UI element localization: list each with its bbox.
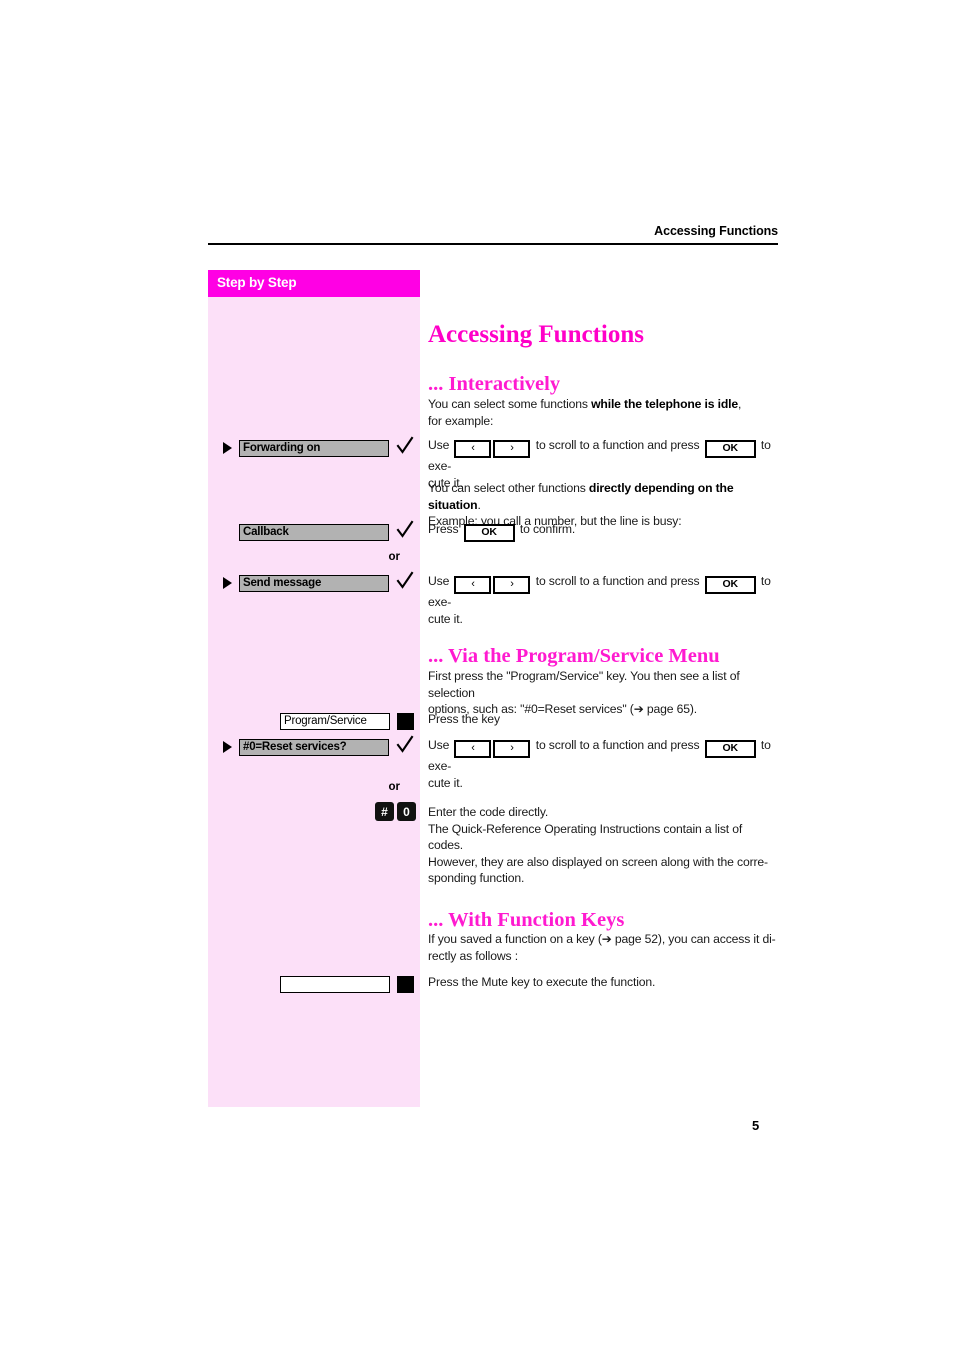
ok-key[interactable]: OK: [704, 576, 756, 594]
ok-key[interactable]: OK: [463, 524, 515, 542]
checkmark-icon: [396, 571, 414, 591]
nav-keys-group: ‹ ›: [454, 575, 531, 594]
checkmark-icon: [396, 520, 414, 540]
triangle-bullet-icon: [223, 441, 232, 454]
p1-lead: You can select some functions: [428, 397, 592, 411]
nav-left-key[interactable]: ‹: [454, 576, 492, 594]
key-box-program-service[interactable]: Program/Service: [280, 712, 390, 730]
sidebar-row-callback: Callback: [208, 520, 420, 542]
step-by-step-sidebar: Step by Step Forwarding on Callback or S…: [208, 270, 420, 1107]
keypad-key-zero[interactable]: 0: [397, 802, 416, 821]
page-reference-arrow-icon: ➔: [601, 932, 612, 946]
p8-mid: to scroll to a function and press: [532, 738, 703, 752]
running-head-text: Accessing Functions: [654, 224, 778, 238]
p2-mid: to scroll to a function and press: [532, 438, 703, 452]
p5-line2: cute it.: [428, 611, 463, 626]
section-heading-function-keys: ... With Function Keys: [428, 909, 625, 931]
sidebar-row-reset-services: #0=Reset services?: [208, 735, 420, 757]
p10-pre: If you saved a function on a key (: [428, 932, 602, 946]
paragraph-enter-code-directly: Enter the code directly. The Quick-Refer…: [428, 804, 780, 887]
nav-right-key[interactable]: ›: [493, 740, 531, 758]
sidebar-row-send-message: Send message: [208, 571, 420, 593]
paragraph-saved-function-key: If you saved a function on a key (➔ page…: [428, 931, 780, 964]
p2-pre: Use: [428, 438, 453, 452]
p11-text: Press the Mute key to execute the functi…: [428, 975, 656, 989]
or-separator-2: or: [388, 781, 401, 793]
p6-line1: First press the "Program/Service" key. Y…: [428, 669, 740, 700]
sidebar-title: Step by Step: [217, 275, 297, 290]
page-title: Accessing Functions: [428, 320, 644, 348]
sidebar-row-mute-function-key: [208, 974, 420, 994]
p9-line4: sponding function.: [428, 871, 525, 885]
display-box-send-message[interactable]: Send message: [239, 574, 389, 592]
p9-line3: However, they are also displayed on scre…: [428, 854, 768, 869]
paragraph-press-mute-key: Press the Mute key to execute the functi…: [428, 974, 780, 991]
paragraph-scroll-execute-3: Use ‹ › to scroll to a function and press…: [428, 737, 780, 791]
display-box-callback[interactable]: Callback: [239, 523, 389, 541]
header-rule: [208, 243, 778, 245]
p5-pre: Use: [428, 574, 453, 588]
or-separator-1: or: [388, 551, 401, 563]
sidebar-title-bar: Step by Step: [208, 270, 420, 297]
nav-keys-group: ‹ ›: [454, 739, 531, 758]
nav-right-key[interactable]: ›: [493, 440, 531, 458]
section-heading-interactively: ... Interactively: [428, 373, 561, 395]
key-led-indicator-icon: [397, 712, 414, 730]
page-number: 5: [752, 1118, 760, 1133]
paragraph-press-the-key: Press the key: [428, 711, 780, 728]
p10-line2: rectly as follows :: [428, 948, 518, 963]
p3-lead: You can select other functions: [428, 481, 589, 495]
triangle-bullet-icon: [223, 740, 232, 753]
p1-tail: ,: [738, 397, 742, 411]
key-led-indicator-icon: [397, 975, 414, 993]
paragraph-scroll-execute-2: Use ‹ › to scroll to a function and press…: [428, 573, 780, 627]
display-box-reset-services[interactable]: #0=Reset services?: [239, 738, 389, 756]
checkmark-icon: [396, 735, 414, 755]
paragraph-idle-functions: You can select some functions while the …: [428, 396, 780, 429]
ok-key[interactable]: OK: [704, 440, 756, 458]
p1-line2: for example:: [428, 413, 494, 428]
sidebar-row-forwarding-on: Forwarding on: [208, 436, 420, 458]
nav-left-key[interactable]: ‹: [454, 740, 492, 758]
triangle-bullet-icon: [223, 576, 232, 589]
nav-left-key[interactable]: ‹: [454, 440, 492, 458]
p8-line2: cute it.: [428, 775, 463, 790]
checkmark-icon: [396, 436, 414, 456]
p4-post: to confirm.: [516, 522, 576, 536]
running-head: Accessing Functions: [208, 222, 778, 240]
p3-tail: .: [477, 497, 481, 512]
p5-mid: to scroll to a function and press: [532, 574, 703, 588]
paragraph-press-ok-confirm: Press OK to confirm.: [428, 521, 780, 542]
p7-text: Press the key: [428, 712, 500, 726]
p9-line2: The Quick-Reference Operating Instructio…: [428, 821, 743, 853]
keypad-key-hash[interactable]: #: [375, 802, 394, 821]
keypad-code-entry: # 0: [375, 802, 416, 821]
sidebar-row-program-service-key: Program/Service: [208, 711, 420, 731]
section-heading-program-service-menu: ... Via the Program/Service Menu: [428, 645, 720, 667]
ok-key[interactable]: OK: [704, 740, 756, 758]
nav-keys-group: ‹ ›: [454, 439, 531, 458]
p8-pre: Use: [428, 738, 453, 752]
nav-right-key[interactable]: ›: [493, 576, 531, 594]
p9-line1: Enter the code directly.: [428, 805, 549, 819]
p4-pre: Press: [428, 522, 462, 536]
p10-post: page 52), you can access it di-: [611, 932, 776, 946]
key-box-mute[interactable]: [280, 975, 390, 993]
p1-bold: while the telephone is idle: [591, 397, 739, 411]
display-box-forwarding-on[interactable]: Forwarding on: [239, 439, 389, 457]
